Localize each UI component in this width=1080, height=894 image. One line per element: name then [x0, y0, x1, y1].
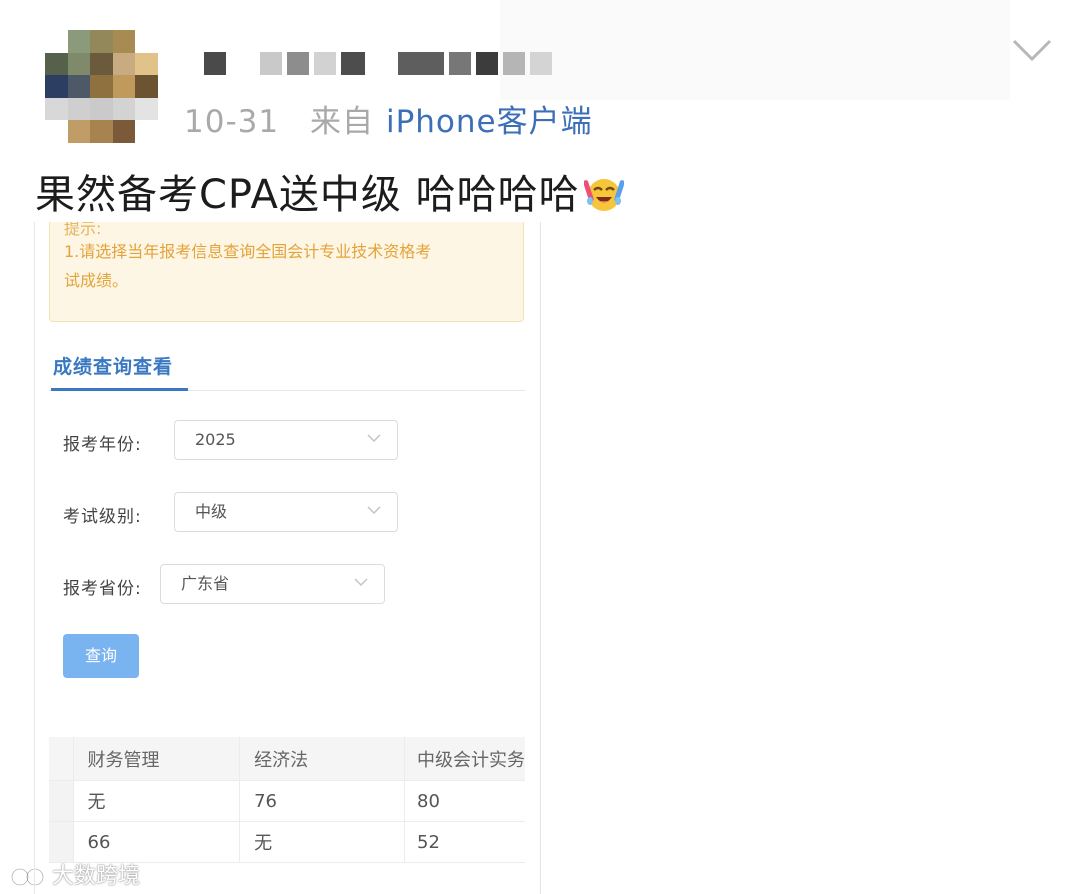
table-row: 无 76 80 [49, 780, 525, 822]
table-cell: 无 [239, 821, 405, 863]
table-cell: 无 [73, 780, 241, 822]
notice-line-1: 1.请选择当年报考信息查询全国会计专业技术资格考 [64, 242, 432, 261]
province-value: 广东省 [181, 574, 230, 593]
notice-box: 提示: 1.请选择当年报考信息查询全国会计专业技术资格考 试成绩。 [49, 222, 524, 322]
header-background [500, 0, 1010, 100]
crying-laughing-emoji-icon [583, 179, 624, 211]
chevron-down-icon [367, 506, 381, 515]
table-index-cell [49, 737, 74, 781]
table-header-row: 财务管理 经济法 中级会计实务 [49, 737, 525, 781]
avatar[interactable] [45, 30, 158, 143]
post-body: 果然备考CPA送中级 哈哈哈哈 [35, 172, 580, 218]
province-label: 报考省份: [63, 579, 142, 599]
year-label: 报考年份: [63, 435, 142, 455]
table-row: 66 无 52 [49, 821, 525, 863]
notice-line-2: 试成绩。 [64, 271, 129, 290]
table-cell: 66 [73, 821, 241, 863]
year-select[interactable]: 2025 [174, 420, 398, 460]
watermark: 大数跨境 [8, 858, 140, 890]
chevron-down-icon [367, 434, 381, 443]
watermark-text: 大数跨境 [52, 864, 141, 889]
table-index-cell [49, 780, 74, 822]
table-cell: 80 [404, 780, 525, 822]
table-cell: 76 [239, 780, 405, 822]
embedded-screenshot: 提示: 1.请选择当年报考信息查询全国会计专业技术资格考 试成绩。 成绩查询查看… [34, 222, 541, 894]
notice-title: 提示: [64, 222, 102, 236]
level-value: 中级 [195, 502, 228, 521]
post-meta: 10-31 来自 iPhone客户端 [184, 96, 593, 141]
table-cell: 52 [404, 821, 525, 863]
tab-active-indicator [51, 388, 188, 391]
post-source-prefix: 来自 [309, 104, 374, 140]
chevron-down-icon [354, 578, 368, 587]
table-header-cell: 财务管理 [73, 737, 241, 781]
province-select[interactable]: 广东省 [160, 564, 385, 604]
score-table: 财务管理 经济法 中级会计实务 无 76 80 66 无 52 [49, 737, 525, 863]
post-time: 10-31 [184, 104, 280, 140]
table-header-cell: 经济法 [239, 737, 405, 781]
post-text: 果然备考CPA送中级 哈哈哈哈 [35, 162, 624, 220]
tab-score-query[interactable]: 成绩查询查看 [53, 352, 173, 379]
level-label: 考试级别: [63, 507, 142, 527]
post-source-client[interactable]: iPhone客户端 [386, 104, 593, 140]
table-index-cell [49, 821, 74, 863]
watermark-logo-icon [10, 867, 45, 887]
table-header-cell: 中级会计实务 [404, 737, 525, 781]
query-button[interactable]: 查询 [63, 634, 139, 678]
username-redacted[interactable] [204, 52, 553, 75]
year-value: 2025 [195, 430, 236, 449]
chevron-down-icon[interactable] [1010, 35, 1054, 65]
level-select[interactable]: 中级 [174, 492, 398, 532]
